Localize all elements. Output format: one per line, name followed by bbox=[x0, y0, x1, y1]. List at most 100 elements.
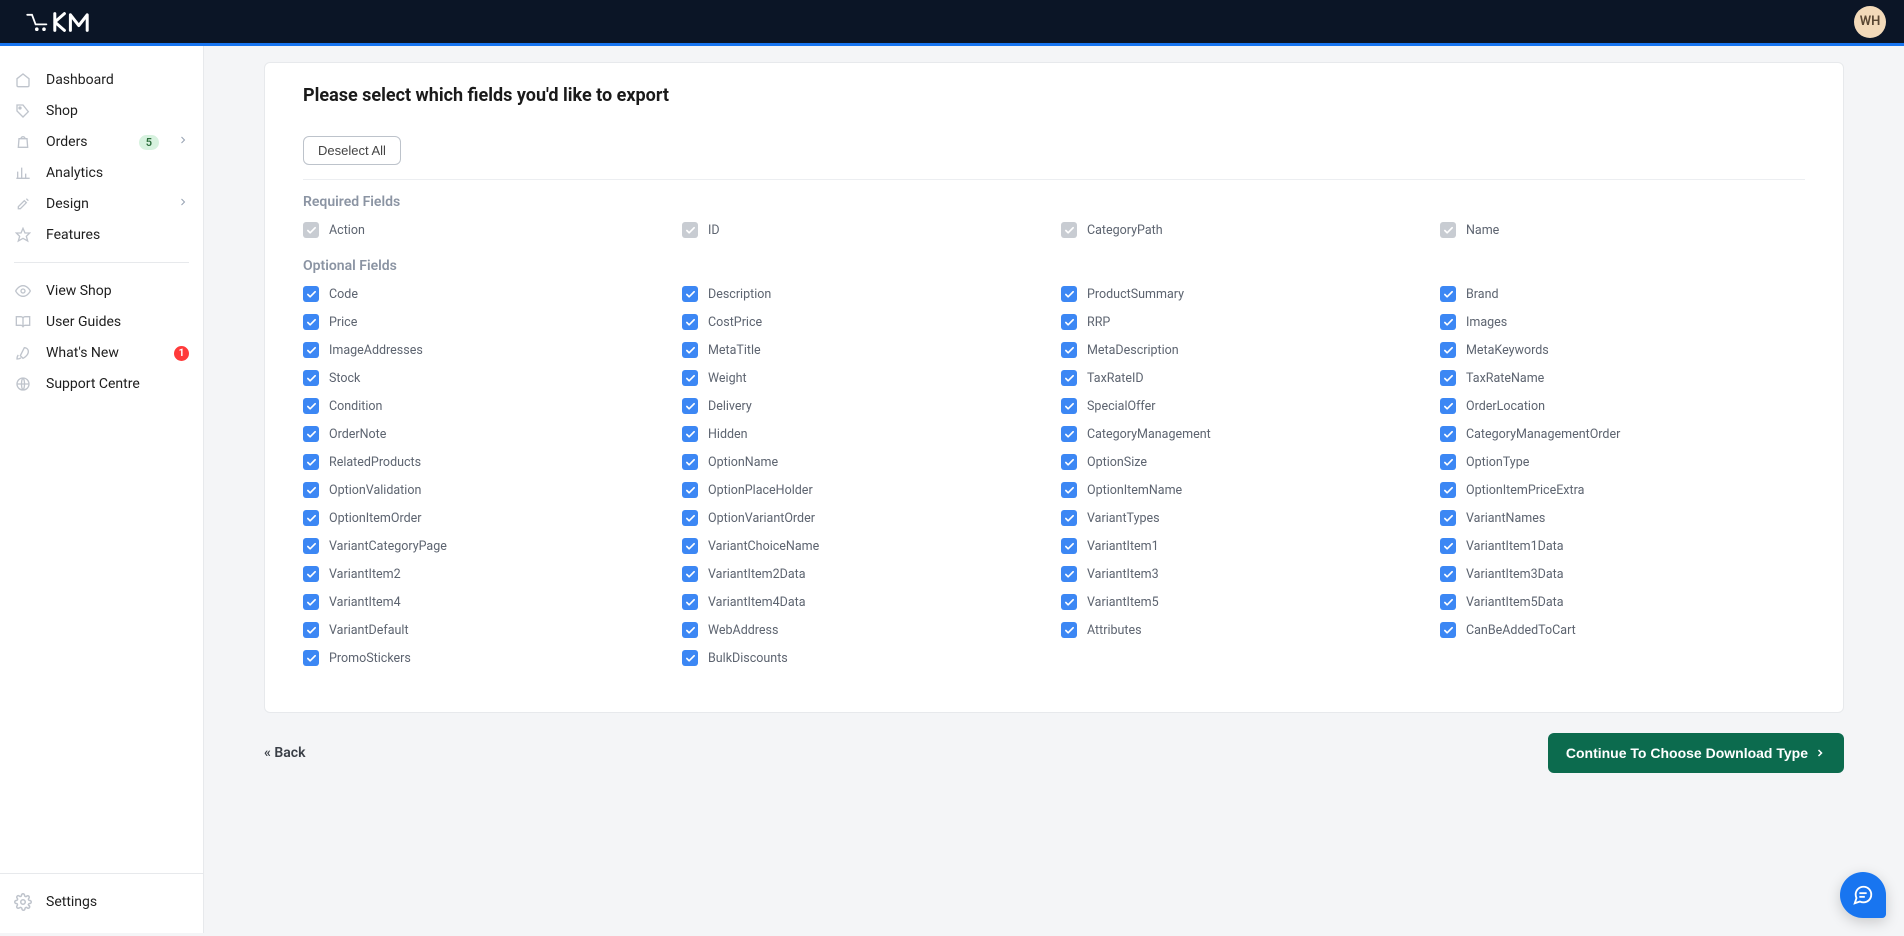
sidebar-item-features[interactable]: Features bbox=[0, 221, 203, 249]
checkbox-checked-icon[interactable] bbox=[1440, 482, 1456, 498]
field-canbeaddedtocart[interactable]: CanBeAddedToCart bbox=[1440, 620, 1805, 640]
field-variantitem4[interactable]: VariantItem4 bbox=[303, 592, 668, 612]
field-optionitemname[interactable]: OptionItemName bbox=[1061, 480, 1426, 500]
field-imageaddresses[interactable]: ImageAddresses bbox=[303, 340, 668, 360]
checkbox-checked-icon[interactable] bbox=[1440, 370, 1456, 386]
sidebar-item-design[interactable]: Design bbox=[0, 190, 203, 218]
field-taxratename[interactable]: TaxRateName bbox=[1440, 368, 1805, 388]
checkbox-checked-icon[interactable] bbox=[1061, 538, 1077, 554]
field-variantdefault[interactable]: VariantDefault bbox=[303, 620, 668, 640]
field-optionvariantorder[interactable]: OptionVariantOrder bbox=[682, 508, 1047, 528]
checkbox-checked-icon[interactable] bbox=[1061, 314, 1077, 330]
checkbox-checked-icon[interactable] bbox=[682, 370, 698, 386]
field-categorymanagementorder[interactable]: CategoryManagementOrder bbox=[1440, 424, 1805, 444]
logo[interactable] bbox=[26, 11, 98, 33]
sidebar-item-support-centre[interactable]: Support Centre bbox=[0, 370, 203, 398]
field-optionname[interactable]: OptionName bbox=[682, 452, 1047, 472]
field-variantitem1data[interactable]: VariantItem1Data bbox=[1440, 536, 1805, 556]
field-attributes[interactable]: Attributes bbox=[1061, 620, 1426, 640]
checkbox-checked-icon[interactable] bbox=[1440, 314, 1456, 330]
checkbox-checked-icon[interactable] bbox=[303, 594, 319, 610]
back-link[interactable]: « Back bbox=[264, 745, 305, 761]
avatar[interactable]: WH bbox=[1854, 6, 1886, 38]
field-metadescription[interactable]: MetaDescription bbox=[1061, 340, 1426, 360]
field-variantitem4data[interactable]: VariantItem4Data bbox=[682, 592, 1047, 612]
chat-button[interactable] bbox=[1840, 872, 1886, 918]
field-taxrateid[interactable]: TaxRateID bbox=[1061, 368, 1426, 388]
checkbox-checked-icon[interactable] bbox=[1440, 510, 1456, 526]
checkbox-checked-icon[interactable] bbox=[682, 650, 698, 666]
field-optionvalidation[interactable]: OptionValidation bbox=[303, 480, 668, 500]
sidebar-item-what-s-new[interactable]: What's New1 bbox=[0, 339, 203, 367]
field-costprice[interactable]: CostPrice bbox=[682, 312, 1047, 332]
field-metakeywords[interactable]: MetaKeywords bbox=[1440, 340, 1805, 360]
checkbox-checked-icon[interactable] bbox=[682, 454, 698, 470]
checkbox-checked-icon[interactable] bbox=[1440, 566, 1456, 582]
checkbox-checked-icon[interactable] bbox=[1440, 538, 1456, 554]
sidebar-item-user-guides[interactable]: User Guides bbox=[0, 308, 203, 336]
field-variantitem1[interactable]: VariantItem1 bbox=[1061, 536, 1426, 556]
checkbox-checked-icon[interactable] bbox=[1061, 510, 1077, 526]
checkbox-checked-icon[interactable] bbox=[682, 426, 698, 442]
sidebar-item-settings[interactable]: Settings bbox=[0, 888, 203, 916]
checkbox-checked-icon[interactable] bbox=[682, 510, 698, 526]
field-variantnames[interactable]: VariantNames bbox=[1440, 508, 1805, 528]
field-bulkdiscounts[interactable]: BulkDiscounts bbox=[682, 648, 1047, 668]
field-rrp[interactable]: RRP bbox=[1061, 312, 1426, 332]
field-hidden[interactable]: Hidden bbox=[682, 424, 1047, 444]
checkbox-checked-icon[interactable] bbox=[303, 370, 319, 386]
field-code[interactable]: Code bbox=[303, 284, 668, 304]
sidebar-item-analytics[interactable]: Analytics bbox=[0, 159, 203, 187]
field-webaddress[interactable]: WebAddress bbox=[682, 620, 1047, 640]
checkbox-checked-icon[interactable] bbox=[303, 398, 319, 414]
field-variantitem2data[interactable]: VariantItem2Data bbox=[682, 564, 1047, 584]
field-variantitem3data[interactable]: VariantItem3Data bbox=[1440, 564, 1805, 584]
checkbox-checked-icon[interactable] bbox=[682, 482, 698, 498]
checkbox-checked-icon[interactable] bbox=[682, 314, 698, 330]
checkbox-checked-icon[interactable] bbox=[682, 566, 698, 582]
checkbox-checked-icon[interactable] bbox=[1061, 370, 1077, 386]
checkbox-checked-icon[interactable] bbox=[1440, 454, 1456, 470]
checkbox-checked-icon[interactable] bbox=[1061, 454, 1077, 470]
field-delivery[interactable]: Delivery bbox=[682, 396, 1047, 416]
field-price[interactable]: Price bbox=[303, 312, 668, 332]
field-variantchoicename[interactable]: VariantChoiceName bbox=[682, 536, 1047, 556]
checkbox-checked-icon[interactable] bbox=[682, 594, 698, 610]
checkbox-checked-icon[interactable] bbox=[682, 286, 698, 302]
field-variantitem2[interactable]: VariantItem2 bbox=[303, 564, 668, 584]
checkbox-checked-icon[interactable] bbox=[1061, 342, 1077, 358]
sidebar-item-dashboard[interactable]: Dashboard bbox=[0, 66, 203, 94]
checkbox-checked-icon[interactable] bbox=[303, 342, 319, 358]
field-productsummary[interactable]: ProductSummary bbox=[1061, 284, 1426, 304]
sidebar-item-shop[interactable]: Shop bbox=[0, 97, 203, 125]
field-variantitem5data[interactable]: VariantItem5Data bbox=[1440, 592, 1805, 612]
checkbox-checked-icon[interactable] bbox=[303, 622, 319, 638]
checkbox-checked-icon[interactable] bbox=[303, 286, 319, 302]
checkbox-checked-icon[interactable] bbox=[303, 538, 319, 554]
field-brand[interactable]: Brand bbox=[1440, 284, 1805, 304]
checkbox-checked-icon[interactable] bbox=[1061, 622, 1077, 638]
checkbox-checked-icon[interactable] bbox=[682, 398, 698, 414]
checkbox-checked-icon[interactable] bbox=[1440, 286, 1456, 302]
deselect-all-button[interactable]: Deselect All bbox=[303, 136, 401, 165]
field-optiontype[interactable]: OptionType bbox=[1440, 452, 1805, 472]
checkbox-checked-icon[interactable] bbox=[1440, 622, 1456, 638]
checkbox-checked-icon[interactable] bbox=[303, 426, 319, 442]
checkbox-checked-icon[interactable] bbox=[303, 482, 319, 498]
checkbox-checked-icon[interactable] bbox=[303, 566, 319, 582]
continue-button[interactable]: Continue To Choose Download Type bbox=[1548, 733, 1844, 773]
field-optionsize[interactable]: OptionSize bbox=[1061, 452, 1426, 472]
field-variantitem3[interactable]: VariantItem3 bbox=[1061, 564, 1426, 584]
checkbox-checked-icon[interactable] bbox=[303, 314, 319, 330]
checkbox-checked-icon[interactable] bbox=[682, 538, 698, 554]
field-variantitem5[interactable]: VariantItem5 bbox=[1061, 592, 1426, 612]
field-varianttypes[interactable]: VariantTypes bbox=[1061, 508, 1426, 528]
field-metatitle[interactable]: MetaTitle bbox=[682, 340, 1047, 360]
field-weight[interactable]: Weight bbox=[682, 368, 1047, 388]
checkbox-checked-icon[interactable] bbox=[1440, 342, 1456, 358]
field-images[interactable]: Images bbox=[1440, 312, 1805, 332]
checkbox-checked-icon[interactable] bbox=[303, 454, 319, 470]
checkbox-checked-icon[interactable] bbox=[303, 650, 319, 666]
checkbox-checked-icon[interactable] bbox=[1061, 398, 1077, 414]
checkbox-checked-icon[interactable] bbox=[1061, 594, 1077, 610]
